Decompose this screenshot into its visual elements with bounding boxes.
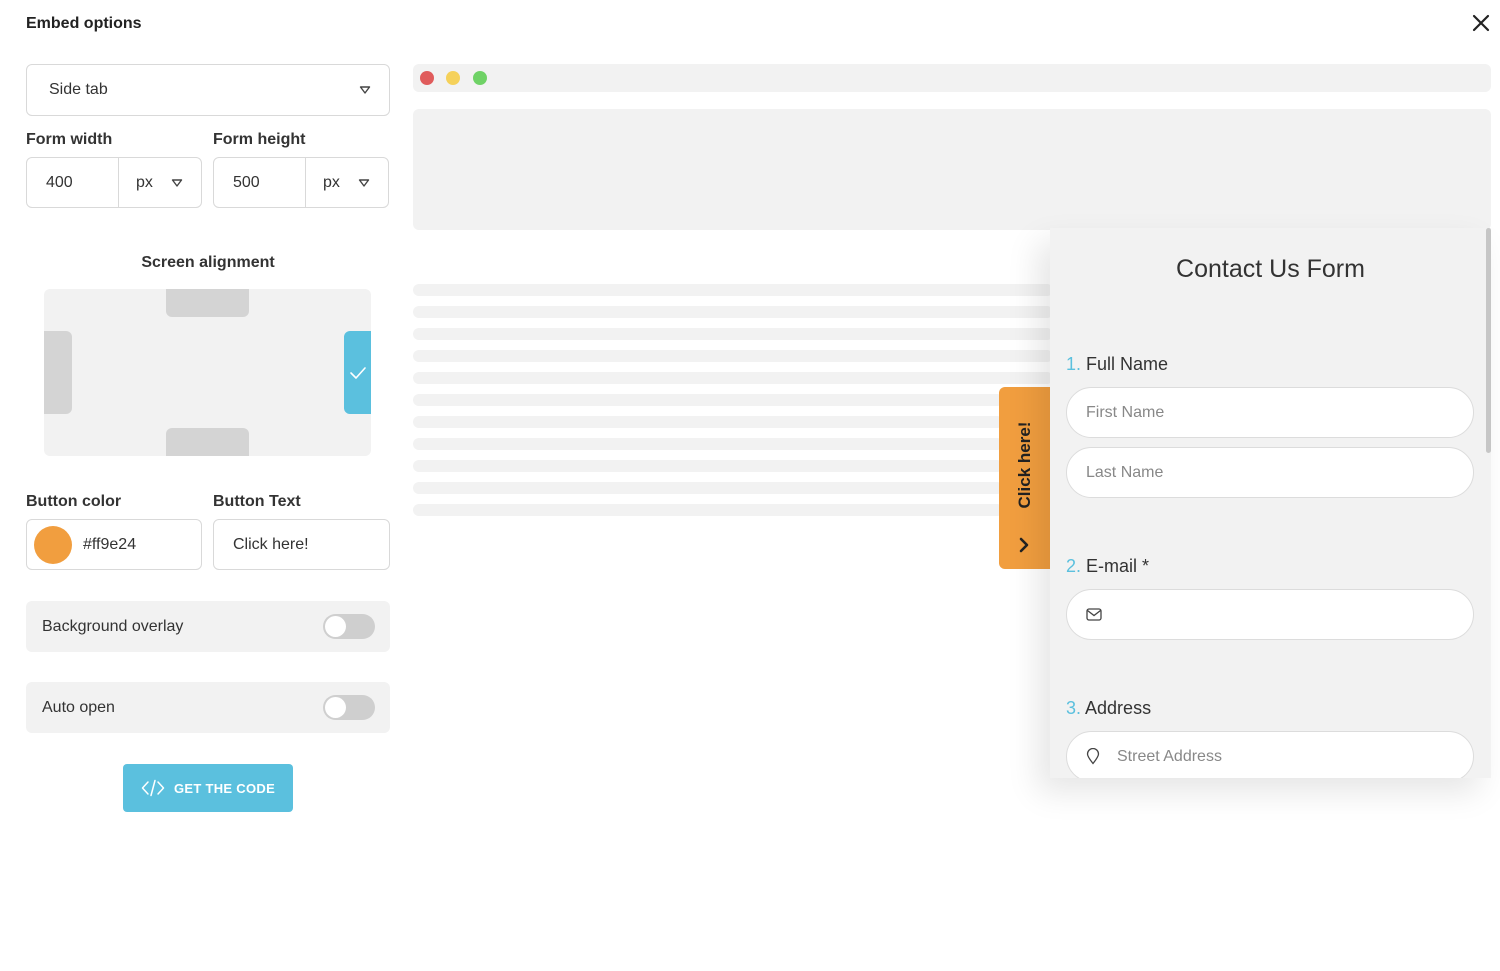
window-close-dot [420,71,434,85]
auto-open-toggle[interactable] [323,695,375,720]
street-address-input[interactable]: Street Address [1066,731,1474,778]
chevron-down-icon [171,178,183,187]
form-title: Contact Us Form [1176,255,1365,283]
question-address: 3. Address [1066,698,1151,719]
chevron-right-icon [1019,537,1029,553]
form-width-unit: px [136,173,153,191]
text-placeholder-line [413,504,1003,516]
question-label: Full Name [1086,354,1169,374]
align-right-option[interactable] [344,331,371,414]
question-number: 3. [1066,698,1082,718]
align-left-option[interactable] [44,331,72,414]
form-height-label: Form height [213,131,306,148]
preview-hero-placeholder [413,109,1491,230]
button-color-label: Button color [26,493,122,510]
auto-open-row: Auto open [26,682,390,733]
contact-form-panel: Contact Us Form 1. Full Name First Name … [1050,228,1491,778]
align-top-option[interactable] [166,289,249,317]
form-height-unit: px [323,173,340,191]
button-text-label: Button Text [213,493,301,510]
check-icon [349,366,366,379]
auto-open-label: Auto open [42,698,115,716]
chevron-down-icon [359,86,371,94]
screen-alignment-picker [44,289,371,456]
browser-window-bar [413,64,1491,92]
background-overlay-row: Background overlay [26,601,390,652]
page-title: Embed options [26,15,142,32]
text-placeholder-line [413,372,1053,384]
background-overlay-toggle[interactable] [323,614,375,639]
text-placeholder-line [413,350,1053,362]
question-label: E-mail * [1086,556,1150,576]
question-number: 1. [1066,354,1082,374]
window-maximize-dot [473,71,487,85]
text-placeholder-line [413,394,1003,406]
form-width-unit-select[interactable]: px [119,158,201,207]
color-swatch[interactable] [34,525,72,564]
question-label: Address [1085,698,1152,718]
text-placeholder-line [413,306,1053,318]
question-full-name: 1. Full Name [1066,354,1168,375]
button-color-value: #ff9e24 [83,535,137,553]
side-tab-button[interactable]: Click here! [999,387,1050,569]
envelope-icon [1086,608,1102,621]
last-name-input[interactable]: Last Name [1066,447,1474,498]
email-input[interactable] [1066,589,1474,640]
code-icon [141,779,165,797]
form-height-unit-select[interactable]: px [306,158,388,207]
window-minimize-dot [446,71,460,85]
screen-alignment-label: Screen alignment [141,254,275,271]
question-email: 2. E-mail * [1066,556,1149,577]
street-address-placeholder: Street Address [1117,747,1222,765]
form-width-input[interactable]: 400 [27,158,119,207]
text-placeholder-line [413,438,1003,450]
get-code-label: GET THE CODE [173,780,276,796]
background-overlay-label: Background overlay [42,617,184,635]
question-number: 2. [1066,556,1082,576]
close-icon[interactable] [1470,12,1492,34]
get-code-button[interactable]: GET THE CODE [123,764,293,812]
chevron-down-icon [358,178,370,187]
form-width-label: Form width [26,131,113,148]
button-color-field[interactable]: #ff9e24 [26,519,202,570]
embed-type-select[interactable]: Side tab [26,64,390,116]
text-placeholder-line [413,284,1053,296]
button-text-input[interactable]: Click here! [213,519,390,570]
location-pin-icon [1086,748,1100,765]
text-placeholder-line [413,416,1003,428]
form-height-field: 500 px [213,157,389,208]
embed-type-value: Side tab [49,81,108,98]
align-bottom-option[interactable] [166,428,249,456]
text-placeholder-line [413,460,1003,472]
text-placeholder-line [413,482,1003,494]
side-tab-label: Click here! [1015,421,1034,509]
form-width-field: 400 px [26,157,202,208]
form-height-input[interactable]: 500 [214,158,306,207]
text-placeholder-line [413,328,1053,340]
first-name-input[interactable]: First Name [1066,387,1474,438]
